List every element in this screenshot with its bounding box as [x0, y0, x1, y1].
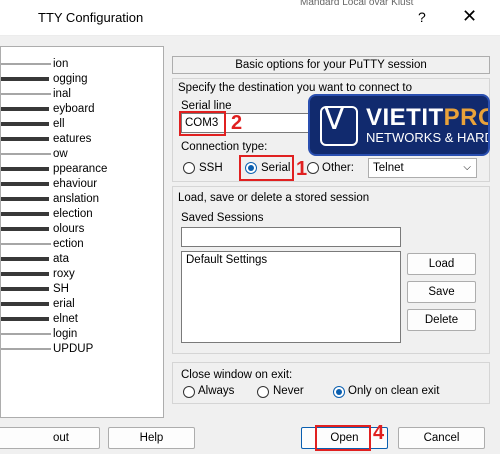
- tree-item[interactable]: UPDUP: [1, 342, 163, 357]
- other-protocol-value: Telnet: [373, 162, 404, 174]
- radio-close-never[interactable]: [257, 386, 269, 398]
- about-button[interactable]: out: [0, 427, 100, 449]
- highlight-box-serial-radio: [239, 155, 294, 181]
- help-icon[interactable]: ?: [418, 9, 426, 25]
- highlight-box-open: [315, 425, 371, 451]
- close-icon[interactable]: ✕: [462, 6, 477, 27]
- radio-close-always-label: Always: [198, 385, 235, 397]
- radio-close-clean-label: Only on clean exit: [348, 385, 440, 397]
- step-number-4: 4: [373, 422, 385, 444]
- vietitpro-logo: V VIETITPRO NETWORKS & HARD: [308, 94, 490, 156]
- window-title: TTY Configuration: [38, 10, 144, 25]
- logo-tagline: NETWORKS & HARD: [366, 130, 490, 145]
- tree-item[interactable]: SH: [1, 282, 163, 297]
- title-bar: Mandard Local ovar Klust TTY Configurati…: [0, 0, 500, 36]
- step-number-1: 1: [296, 158, 308, 180]
- other-protocol-select[interactable]: Telnet ⌵: [368, 158, 477, 178]
- highlight-box-serial-line: [179, 111, 226, 136]
- tree-item[interactable]: ell: [1, 117, 163, 132]
- tree-item[interactable]: ppearance: [1, 162, 163, 177]
- list-item[interactable]: Default Settings: [186, 254, 267, 266]
- sessions-list[interactable]: Default Settings: [181, 251, 401, 343]
- radio-close-always[interactable]: [183, 386, 195, 398]
- radio-close-clean[interactable]: [333, 386, 345, 398]
- connection-type-label: Connection type:: [181, 141, 268, 153]
- destination-label: Specify the destination you want to conn…: [178, 82, 412, 94]
- tree-item[interactable]: olours: [1, 222, 163, 237]
- saved-sessions-input[interactable]: [181, 227, 401, 247]
- tree-item[interactable]: erial: [1, 297, 163, 312]
- load-button[interactable]: Load: [407, 253, 476, 275]
- tree-item[interactable]: eyboard: [1, 102, 163, 117]
- tree-item[interactable]: elnet: [1, 312, 163, 327]
- tree-item[interactable]: login: [1, 327, 163, 342]
- saved-sessions-label: Saved Sessions: [181, 212, 264, 224]
- help-button[interactable]: Help: [108, 427, 195, 449]
- tree-item[interactable]: anslation: [1, 192, 163, 207]
- delete-button[interactable]: Delete: [407, 309, 476, 331]
- chevron-down-icon: ⌵: [463, 162, 471, 173]
- radio-ssh-label: SSH: [199, 162, 223, 174]
- radio-other-label: Other:: [322, 162, 354, 174]
- tree-item[interactable]: ata: [1, 252, 163, 267]
- panel-header: Basic options for your PuTTY session: [172, 56, 490, 74]
- tree-item[interactable]: inal: [1, 87, 163, 102]
- tree-item[interactable]: ection: [1, 237, 163, 252]
- radio-close-never-label: Never: [273, 385, 304, 397]
- radio-ssh[interactable]: [183, 162, 195, 174]
- category-tree[interactable]: ion ogging inal eyboard ell eatures ow p…: [0, 46, 164, 418]
- tree-item[interactable]: ion: [1, 57, 163, 72]
- logo-mark-letter: V: [324, 102, 345, 137]
- tree-item[interactable]: election: [1, 207, 163, 222]
- tree-item[interactable]: eatures: [1, 132, 163, 147]
- close-window-label: Close window on exit:: [181, 369, 293, 381]
- logo-name: VIETITPRO: [366, 104, 488, 131]
- radio-other[interactable]: [307, 162, 319, 174]
- tree-item[interactable]: roxy: [1, 267, 163, 282]
- save-button[interactable]: Save: [407, 281, 476, 303]
- tree-item[interactable]: ehaviour: [1, 177, 163, 192]
- tree-item[interactable]: ogging: [1, 72, 163, 87]
- step-number-2: 2: [231, 112, 243, 134]
- sessions-label: Load, save or delete a stored session: [178, 192, 370, 204]
- cancel-button[interactable]: Cancel: [398, 427, 485, 449]
- tree-item[interactable]: ow: [1, 147, 163, 162]
